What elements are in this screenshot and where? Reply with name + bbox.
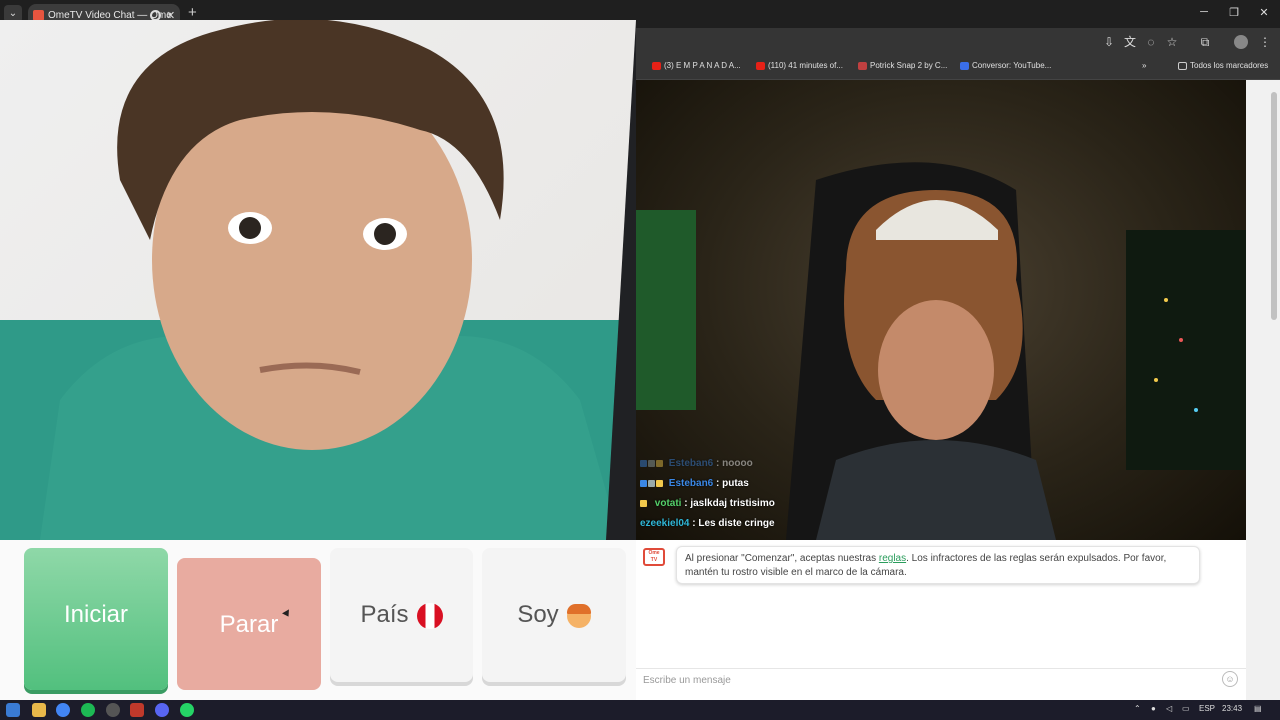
new-tab-button[interactable]: + (188, 4, 197, 21)
network-icon[interactable]: ▭ (1182, 704, 1190, 713)
bookmark-item[interactable]: (110) 41 minutes of... (756, 61, 843, 70)
extensions-icon[interactable]: ⧉ (1198, 35, 1212, 49)
translate-icon[interactable]: 文 (1123, 35, 1137, 49)
language-indicator[interactable]: ESP (1199, 704, 1215, 713)
stream-chat-line: ezeekiel04 : Les diste cringe (640, 518, 775, 529)
tray-chevron-icon[interactable]: ⌃ (1134, 704, 1141, 713)
obs-icon[interactable] (106, 703, 120, 717)
emoji-icon[interactable]: ☺ (1222, 671, 1238, 687)
stream-chat-line: votati : jaslkdaj tristisimo (640, 498, 940, 518)
country-button[interactable]: País (330, 548, 473, 682)
microphone-icon[interactable]: ● (1151, 704, 1156, 713)
message-input[interactable]: Escribe un mensaje (636, 668, 1246, 692)
volume-icon[interactable]: ◁ (1166, 704, 1172, 713)
all-bookmarks-button[interactable]: Todos los marcadores (1178, 61, 1268, 70)
whatsapp-icon[interactable] (180, 703, 194, 717)
controls-panel: Iniciar Parar País Soy (0, 540, 636, 700)
country-label: País (360, 601, 409, 628)
eye-off-icon[interactable]: ◌ (1144, 35, 1158, 49)
bookmark-favicon-icon (858, 62, 867, 70)
bookmark-star-icon[interactable]: ☆ (1165, 35, 1179, 49)
install-app-icon[interactable]: ⇩ (1102, 35, 1116, 49)
gender-button[interactable]: Soy (482, 548, 626, 682)
chat-badges (640, 498, 652, 509)
start-button[interactable]: Iniciar (24, 548, 168, 690)
ometv-logo: Ome TV (643, 548, 665, 566)
file-explorer-icon[interactable] (32, 703, 46, 717)
stop-button[interactable]: Parar (177, 558, 321, 690)
youtube-icon (652, 62, 661, 70)
taskbar: ⌃ ● ◁ ▭ ESP 23:43 ▤ (0, 700, 1280, 720)
close-window-button[interactable]: ✕ (1254, 6, 1274, 19)
discord-icon[interactable] (155, 703, 169, 717)
system-notice: Al presionar "Comenzar", aceptas nuestra… (676, 546, 1200, 584)
browser-toolbar: ⇩ 文 ◌ ☆ ⧉ ⋮ (636, 28, 1280, 56)
gender-label: Soy (517, 601, 559, 628)
notifications-icon[interactable]: ▤ (1254, 704, 1262, 713)
news-app-icon[interactable] (130, 703, 144, 717)
local-video (0, 20, 636, 540)
bookmark-item[interactable]: (3) E M P A N A D A... (652, 61, 741, 70)
minimize-button[interactable]: ─ (1194, 6, 1214, 18)
profile-avatar-icon[interactable] (1234, 35, 1248, 49)
clock[interactable]: 23:43 (1222, 704, 1242, 713)
chat-badges (640, 458, 666, 469)
converter-favicon-icon (960, 62, 969, 70)
windows-start-icon[interactable] (6, 703, 20, 717)
bookmarks-bar: (3) E M P A N A D A... (110) 41 minutes … (636, 56, 1280, 80)
video-frame-person (0, 20, 636, 540)
stream-chat-line: Esteban6 : noooo (640, 458, 940, 478)
spotify-icon[interactable] (81, 703, 95, 717)
chat-badges (640, 478, 666, 489)
peru-flag-icon (416, 602, 443, 629)
chat-panel: Ome TV Al presionar "Comenzar", aceptas … (636, 540, 1246, 700)
more-menu-icon[interactable]: ⋮ (1258, 35, 1272, 49)
folder-icon (1178, 62, 1187, 70)
bookmark-item[interactable]: Conversor: YouTube... (960, 61, 1051, 70)
stream-chat-overlay: Esteban6 : noooo Esteban6 : putas votati… (640, 458, 940, 538)
rules-link[interactable]: reglas (879, 553, 906, 564)
bookmarks-overflow-button[interactable]: » (1142, 61, 1146, 70)
scrollbar-thumb[interactable] (1271, 92, 1277, 320)
youtube-icon (756, 62, 765, 70)
chrome-icon[interactable] (56, 703, 70, 717)
stream-chat-line: Esteban6 : putas (640, 478, 940, 498)
person-emoji-icon (566, 603, 591, 628)
bookmark-item[interactable]: Potrick Snap 2 by C... (858, 61, 947, 70)
maximize-button[interactable]: ❐ (1224, 6, 1244, 19)
